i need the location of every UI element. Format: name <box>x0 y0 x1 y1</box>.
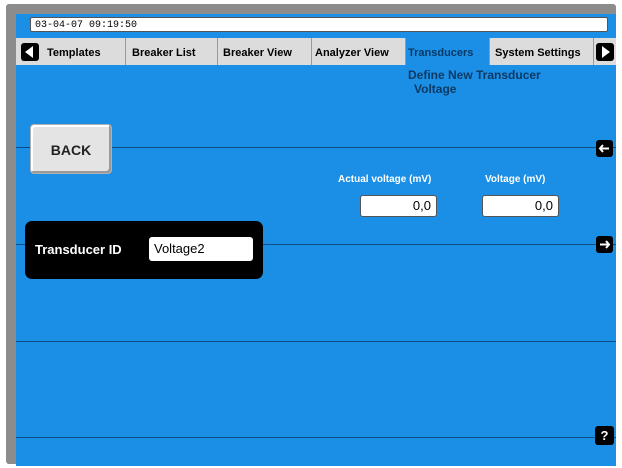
help-button[interactable]: ? <box>595 426 614 445</box>
subtitle-line2: Voltage <box>414 82 457 96</box>
tab-breaker-list[interactable]: Breaker List <box>126 38 218 65</box>
tab-analyzer-view[interactable]: Analyzer View <box>312 38 406 65</box>
transducer-id-label: Transducer ID <box>35 242 122 257</box>
tab-next-button[interactable] <box>596 43 614 61</box>
subtitle-line1: Define New Transducer <box>408 68 541 82</box>
arrow-right-icon <box>602 46 610 58</box>
device-bezel: 03-04-07 09:19:50 Templates Breaker List… <box>6 4 616 466</box>
status-datetime: 03-04-07 09:19:50 <box>30 17 608 32</box>
tab-bar: Templates Breaker List Breaker View Anal… <box>16 38 616 65</box>
arrow-right-icon <box>600 240 611 249</box>
back-button[interactable]: BACK <box>30 124 112 174</box>
row-right-button[interactable] <box>596 236 613 253</box>
screen: 03-04-07 09:19:50 Templates Breaker List… <box>16 14 616 466</box>
actual-voltage-field[interactable]: 0,0 <box>360 195 437 217</box>
arrow-left-icon <box>25 46 33 58</box>
tab-prev-button[interactable] <box>21 43 39 61</box>
arrow-left-icon <box>598 144 609 153</box>
voltage-label: Voltage (mV) <box>485 174 546 185</box>
tab-transducers[interactable]: Transducers <box>406 38 490 65</box>
row-left-button[interactable] <box>596 140 613 157</box>
tab-breaker-view[interactable]: Breaker View <box>218 38 312 65</box>
page-subtitle: Define New Transducer Voltage <box>408 68 598 96</box>
question-icon: ? <box>600 428 609 443</box>
transducer-id-input[interactable]: Voltage2 <box>149 237 253 261</box>
tab-templates[interactable]: Templates <box>42 38 126 65</box>
frame: 03-04-07 09:19:50 Templates Breaker List… <box>0 0 622 468</box>
voltage-field[interactable]: 0,0 <box>482 195 559 217</box>
transducer-id-panel: Transducer ID Voltage2 <box>25 221 263 279</box>
divider <box>16 437 616 438</box>
tab-system-settings[interactable]: System Settings <box>490 38 594 65</box>
actual-voltage-label: Actual voltage (mV) <box>338 174 432 185</box>
divider <box>16 341 616 342</box>
